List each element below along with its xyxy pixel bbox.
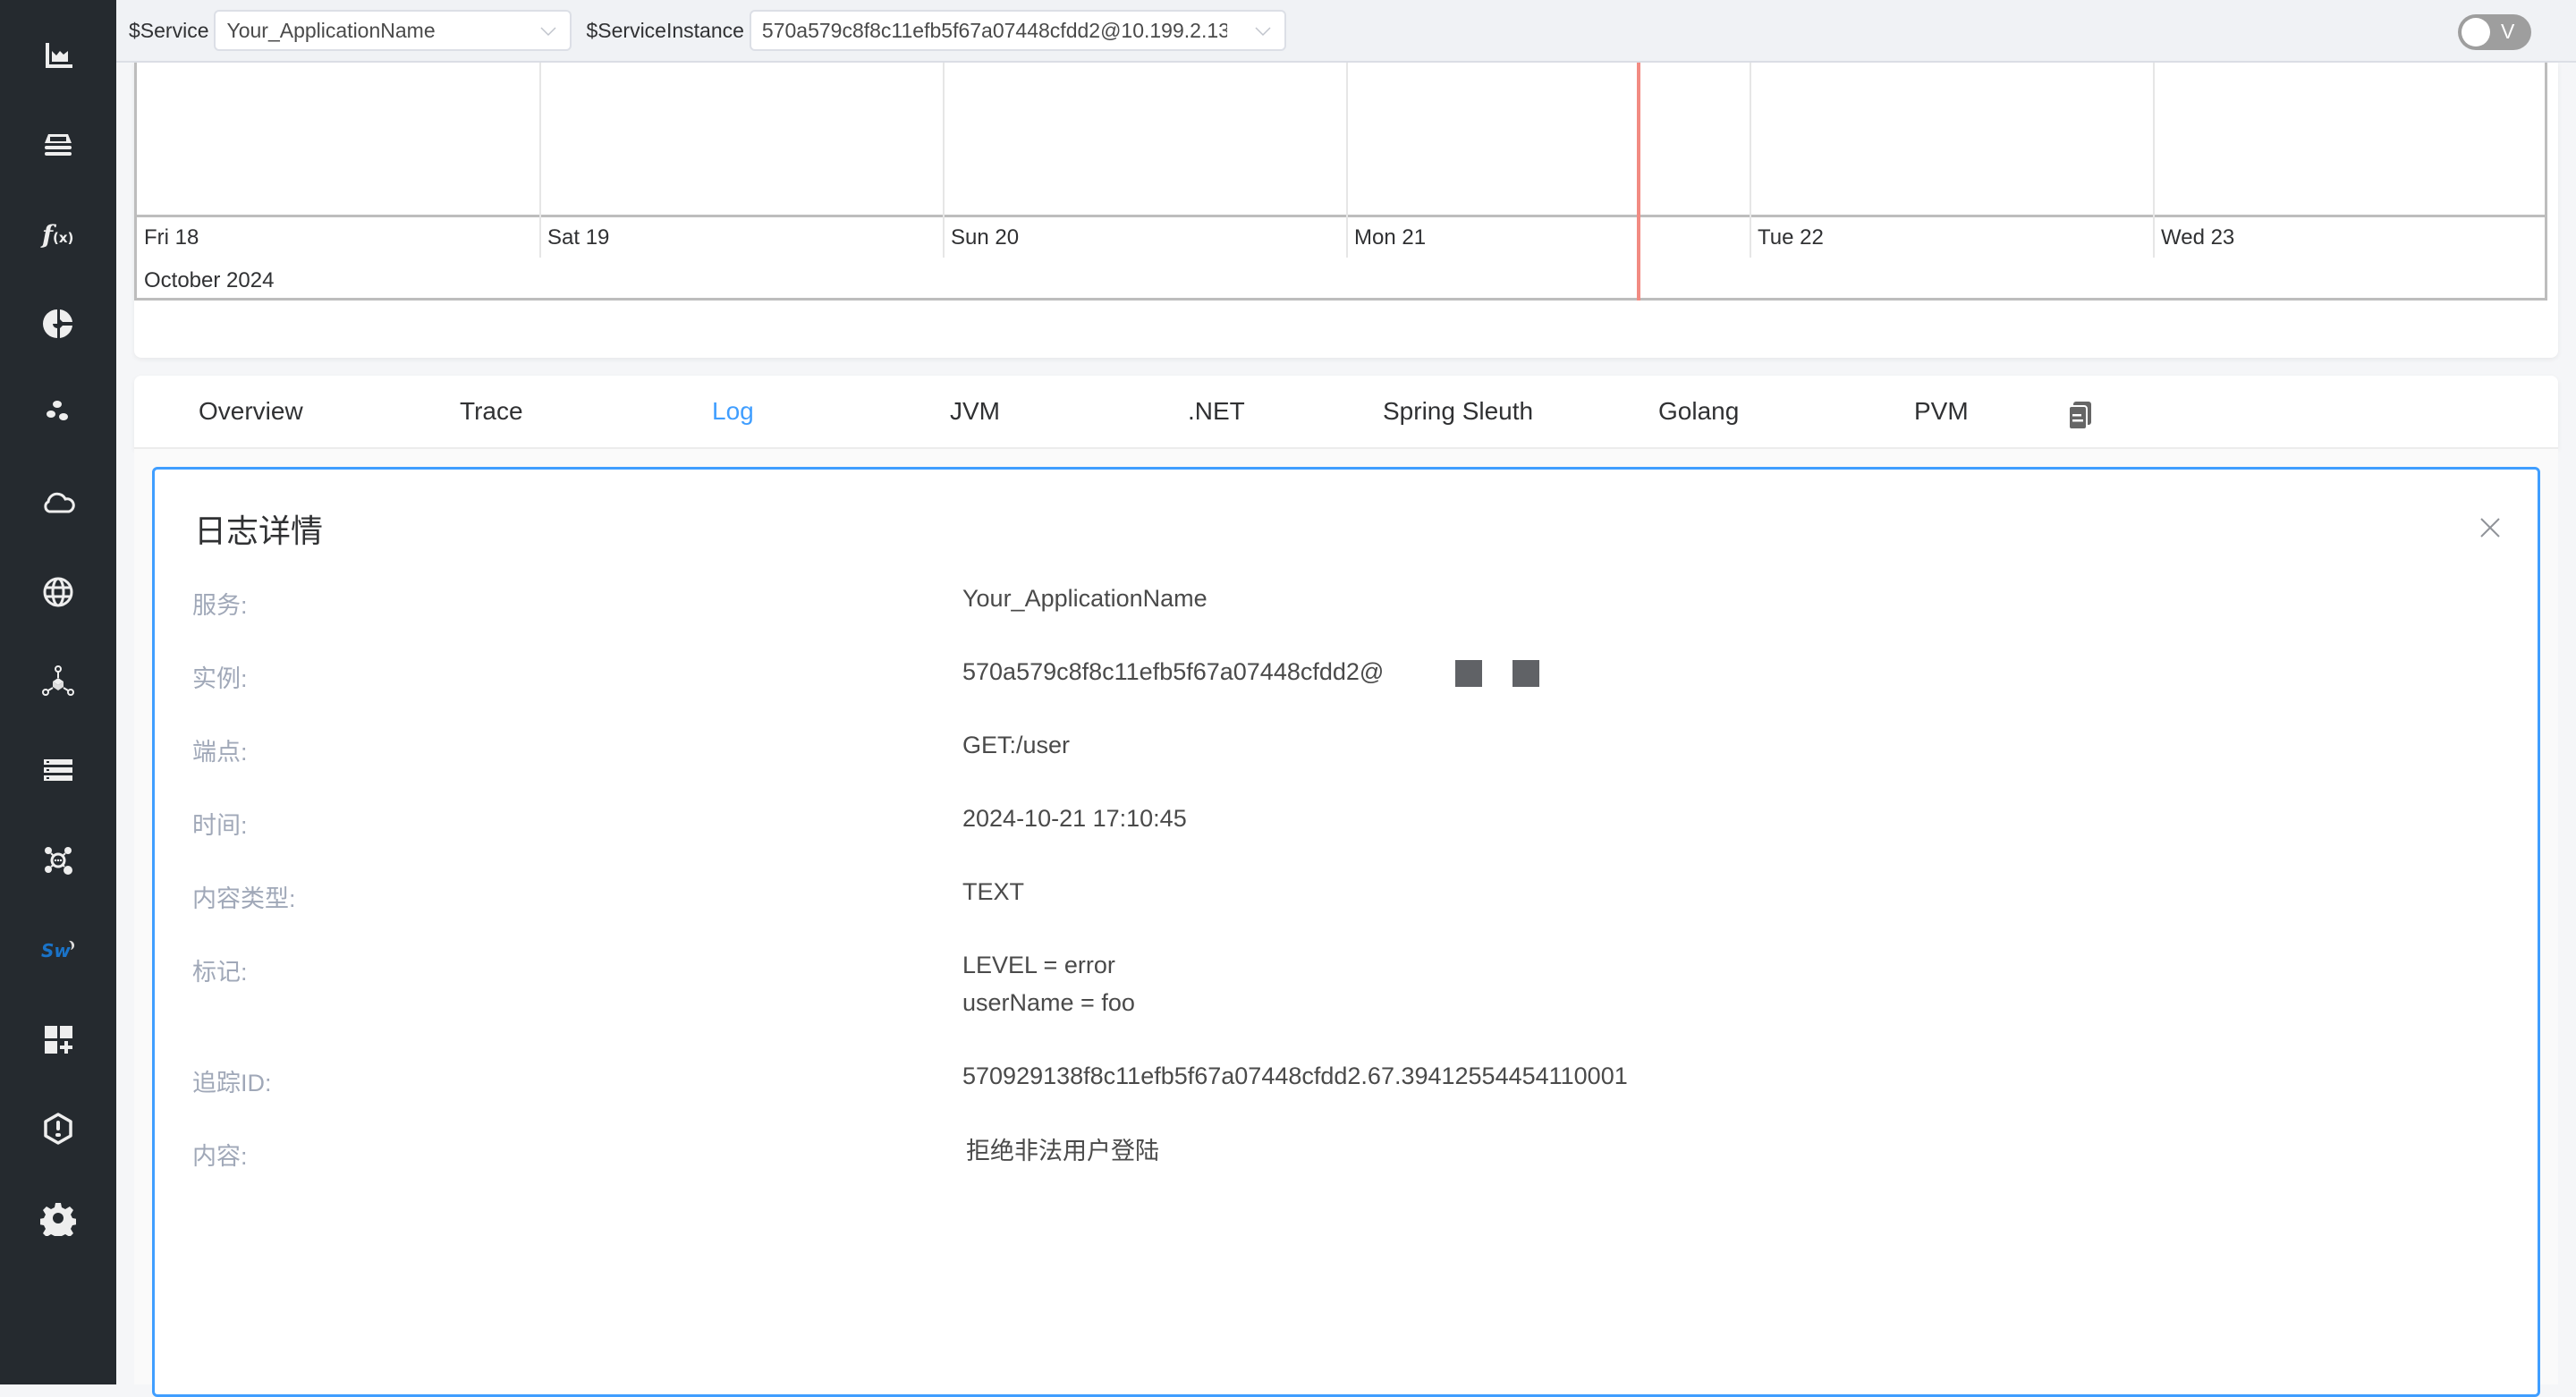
sidebar-item-network[interactable] xyxy=(0,825,116,896)
service-label: $Service xyxy=(129,18,209,42)
service-instance-select-value: 570a579c8f8c11efb5f67a07448cfdd2@10.199.… xyxy=(761,18,1227,42)
server-icon xyxy=(44,759,72,781)
tab-overview[interactable]: Overview xyxy=(199,397,303,426)
tab-dotnet[interactable]: .NET xyxy=(1188,397,1245,426)
skywalking-logo-icon: Sw xyxy=(41,940,75,961)
sidebar-item-settings[interactable] xyxy=(0,1182,116,1254)
top-bar: $Service Your_ApplicationName $ServiceIn… xyxy=(116,0,2576,63)
chevron-down-icon xyxy=(1255,27,1271,37)
sidebar-item-cloud[interactable] xyxy=(0,467,116,538)
trace-id-field-value[interactable]: 570929138f8c11efb5f67a07448cfdd2.67.3941… xyxy=(962,1057,1628,1095)
tab-jvm[interactable]: JVM xyxy=(950,397,1000,426)
sidebar-item-layers[interactable] xyxy=(0,109,116,181)
sidebar-item-browser[interactable] xyxy=(0,556,116,628)
service-instance-label: $ServiceInstance xyxy=(586,18,744,42)
tab-golang[interactable]: Golang xyxy=(1658,397,1739,426)
service-select[interactable]: Your_ApplicationName xyxy=(214,10,572,51)
content-type-field-value: TEXT xyxy=(962,878,1025,905)
tag-value-level: LEVEL = error xyxy=(962,952,1115,978)
time-field-label: 时间: xyxy=(192,812,248,839)
dots-icon xyxy=(47,401,68,420)
content-type-field-label: 内容类型: xyxy=(192,885,296,912)
sidebar-item-dashboard[interactable] xyxy=(0,20,116,91)
tab-pvm[interactable]: PVM xyxy=(1914,397,1969,426)
mesh-icon xyxy=(42,665,74,696)
timeline-day-label: Sun 20 xyxy=(951,225,1020,250)
sidebar-item-analytics[interactable] xyxy=(0,288,116,360)
settings-icon xyxy=(40,1203,76,1236)
timeline-day-label: Mon 21 xyxy=(1354,225,1427,250)
copy-docs-icon[interactable] xyxy=(2064,399,2097,431)
svg-text:Sw: Sw xyxy=(41,940,71,961)
redacted-block xyxy=(1513,660,1539,687)
timeline-grid[interactable]: Fri 18 Sat 19 Sun 20 Mon 21 Tue 22 Wed 2… xyxy=(134,63,2547,301)
globe-icon xyxy=(43,577,73,607)
cloud-icon xyxy=(44,492,75,513)
service-field-label: 服务: xyxy=(192,592,248,619)
timeline-card: Fri 18 Sat 19 Sun 20 Mon 21 Tue 22 Wed 2… xyxy=(134,63,2558,358)
toggle-knob xyxy=(2462,18,2490,47)
sidebar-item-alerting[interactable] xyxy=(0,1093,116,1164)
service-select-value: Your_ApplicationName xyxy=(226,18,436,42)
toggle-label: V xyxy=(2501,20,2515,43)
sidebar-item-database[interactable] xyxy=(0,735,116,807)
timeline-day-divider xyxy=(943,63,945,258)
add-dashboard-icon xyxy=(45,1026,72,1054)
redacted-block xyxy=(1455,660,1482,687)
service-instance-select[interactable]: 570a579c8f8c11efb5f67a07448cfdd2@10.199.… xyxy=(749,10,1286,51)
alert-icon xyxy=(44,1113,72,1145)
timeline-day-divider xyxy=(1750,63,1751,258)
instance-field-label: 实例: xyxy=(192,665,248,692)
sidebar-item-services[interactable] xyxy=(0,377,116,449)
sidebar-item-functions[interactable]: f (x) xyxy=(0,199,116,270)
instance-field-value: 570a579c8f8c11efb5f67a07448cfdd2@ xyxy=(962,658,1385,685)
timeline-day-divider xyxy=(1346,63,1348,258)
endpoint-field-value: GET:/user xyxy=(962,732,1071,758)
layers-icon xyxy=(45,134,72,156)
tag-value-username: userName = foo xyxy=(962,989,1135,1016)
tab-trace[interactable]: Trace xyxy=(460,397,523,426)
timeline-month-label: October 2024 xyxy=(144,268,275,292)
tab-log[interactable]: Log xyxy=(712,397,754,426)
tab-spring-sleuth[interactable]: Spring Sleuth xyxy=(1383,397,1533,426)
chevron-down-icon xyxy=(540,27,557,37)
tags-field-label: 标记: xyxy=(192,959,248,986)
sidebar: f (x) Sw xyxy=(0,0,116,1384)
timeline-day-label: Tue 22 xyxy=(1758,225,1824,250)
timeline-axis-line xyxy=(137,215,2547,217)
svg-text:(x): (x) xyxy=(53,230,73,246)
tabs-bar: Overview Trace Log JVM .NET Spring Sleut… xyxy=(134,376,2558,449)
service-field-value: Your_ApplicationName xyxy=(962,585,1208,612)
timeline-day-divider xyxy=(2153,63,2155,258)
sidebar-item-skywalking[interactable]: Sw xyxy=(0,914,116,986)
area-chart-icon xyxy=(46,43,72,68)
log-detail-panel: 日志详情 服务: Your_ApplicationName 实例: 570a57… xyxy=(152,467,2540,1397)
log-detail-title: 日志详情 xyxy=(194,512,324,549)
function-icon: f (x) xyxy=(40,220,73,250)
timeline-current-time-marker xyxy=(1637,63,1640,301)
timeline-day-divider xyxy=(539,63,541,258)
visualization-toggle[interactable]: V xyxy=(2458,14,2531,50)
timeline-day-label: Sat 19 xyxy=(547,225,610,250)
time-field-value: 2024-10-21 17:10:45 xyxy=(962,805,1187,832)
timeline-day-label: Wed 23 xyxy=(2161,225,2235,250)
content-field-value: 拒绝非法用户登陆 xyxy=(966,1138,1159,1164)
trace-id-field-label: 追踪ID: xyxy=(192,1070,272,1096)
content-field-label: 内容: xyxy=(192,1143,248,1170)
sidebar-item-add-dashboard[interactable] xyxy=(0,1003,116,1075)
pie-chart-icon xyxy=(43,309,72,338)
close-icon[interactable] xyxy=(2479,516,2502,539)
network-icon xyxy=(45,847,72,875)
endpoint-field-label: 端点: xyxy=(192,739,248,766)
timeline-day-label: Fri 18 xyxy=(144,225,199,250)
sidebar-item-mesh[interactable] xyxy=(0,646,116,717)
